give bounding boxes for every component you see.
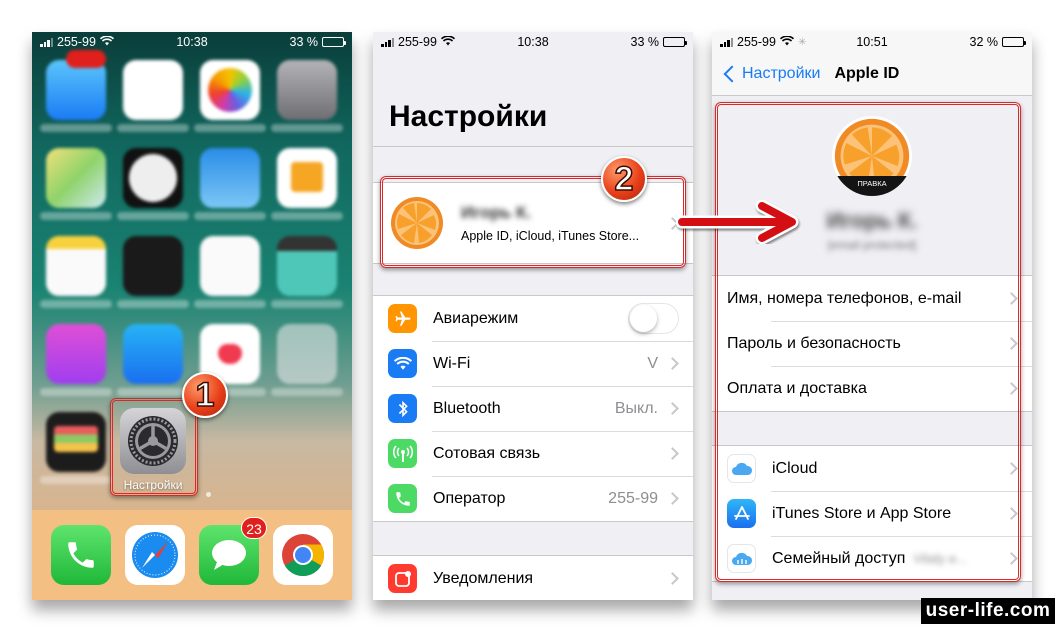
settings-row-carrier[interactable]: Оператор 255-99 [373, 476, 693, 521]
battery-percent: 33 % [289, 35, 319, 49]
settings-row-label: Авиарежим [433, 309, 519, 327]
divider [373, 146, 693, 147]
highlight-box-settings-app [110, 398, 198, 496]
app-maps[interactable] [40, 148, 112, 220]
battery-icon [1002, 37, 1026, 47]
settings-row-value: 255-99 [608, 489, 658, 507]
app-notes[interactable] [40, 236, 112, 308]
annotation-arrow-icon [676, 200, 799, 244]
carrier: 255-99 [57, 35, 96, 49]
settings-row-label: Оператор [433, 489, 506, 507]
settings-row-value: Выкл. [614, 399, 658, 417]
carrier: 255-99 [398, 35, 437, 49]
home-screen-panel: 255-99 10:38 33 % Настройки 1 23 [32, 32, 352, 600]
phone-icon [388, 484, 417, 513]
connectivity-group: Авиарежим Wi-Fi V Bluetooth Выкл. Сотова… [373, 295, 693, 522]
settings-row-bluetooth[interactable]: Bluetooth Выкл. [373, 386, 693, 431]
messages-badge: 23 [241, 517, 267, 539]
chevron-right-icon [666, 357, 679, 370]
airplane-icon [388, 304, 417, 333]
settings-panel: 255-99 10:38 33 % Настройки Игорь К. App… [373, 32, 693, 600]
app-stocks[interactable] [117, 236, 189, 308]
app-mail[interactable] [40, 50, 112, 132]
activity-spinner-icon: ✳ [797, 36, 807, 48]
nav-title: Apple ID [834, 64, 900, 82]
chevron-right-icon [666, 492, 679, 505]
dock-app-phone[interactable] [51, 525, 111, 585]
step-marker-1: 1 [182, 372, 228, 418]
notifications-icon [388, 564, 417, 593]
navigation-bar: Настройки Apple ID [712, 52, 1032, 96]
settings-row-label: Wi-Fi [433, 354, 471, 372]
compass-icon [132, 532, 178, 578]
app-clock[interactable] [117, 148, 189, 220]
page-title: Настройки [389, 100, 548, 133]
back-label: Настройки [742, 64, 821, 82]
signal-icon [381, 37, 394, 47]
app-home[interactable] [271, 148, 343, 220]
app-reminders[interactable] [194, 236, 266, 308]
app-wallet[interactable] [40, 412, 112, 484]
status-bar: 255-99 10:38 33 % [32, 32, 352, 52]
message-bubble-icon [212, 540, 246, 570]
settings-row-wifi[interactable]: Wi-Fi V [373, 341, 693, 386]
notifications-group: Уведомления [373, 555, 693, 600]
battery-percent: 33 % [630, 35, 660, 49]
step-marker-2: 2 [601, 156, 647, 202]
airplane-mode-toggle[interactable] [628, 303, 679, 334]
apple-id-panel: 255-99 ✳ 10:51 32 % Настройки Apple ID П… [712, 32, 1032, 600]
cellular-icon [388, 439, 417, 468]
bluetooth-icon [388, 394, 417, 423]
dock-app-messages[interactable]: 23 [199, 517, 267, 585]
status-bar: 255-99 10:38 33 % [373, 32, 693, 52]
battery-icon [663, 37, 687, 47]
back-button[interactable]: Настройки [720, 65, 820, 83]
signal-icon [720, 37, 733, 47]
chevron-right-icon [666, 572, 679, 585]
app-photos[interactable] [194, 60, 266, 132]
chevron-right-icon [666, 447, 679, 460]
wifi-icon [779, 35, 794, 49]
settings-row-label: Bluetooth [433, 399, 501, 417]
dock: 23 [32, 510, 352, 600]
wifi-icon [440, 35, 455, 49]
wifi-icon [388, 349, 417, 378]
chevron-right-icon [666, 402, 679, 415]
carrier: 255-99 [737, 35, 776, 49]
app-folder[interactable] [271, 324, 343, 396]
battery-icon [322, 37, 346, 47]
dock-app-safari[interactable] [125, 525, 185, 585]
dock-app-chrome[interactable] [273, 525, 333, 585]
settings-row-airplane[interactable]: Авиарежим [373, 296, 693, 341]
settings-row-notifications[interactable]: Уведомления [373, 556, 693, 600]
status-bar: 255-99 ✳ 10:51 32 % [712, 32, 1032, 52]
highlight-box-apple-id [715, 102, 1021, 582]
chevron-left-icon [723, 65, 741, 82]
settings-row-label: Сотовая связь [433, 444, 541, 462]
wifi-icon [99, 35, 114, 49]
chrome-icon [282, 534, 325, 577]
signal-icon [40, 37, 53, 47]
watermark: user-life.com [921, 598, 1055, 624]
settings-row-value: V [647, 354, 658, 372]
app-app-store[interactable] [117, 324, 189, 396]
app-videos[interactable] [271, 236, 343, 308]
app-calendar[interactable] [117, 60, 189, 132]
battery-percent: 32 % [969, 35, 999, 49]
phone-icon [68, 542, 94, 568]
app-camera[interactable] [271, 60, 343, 132]
settings-row-cellular[interactable]: Сотовая связь [373, 431, 693, 476]
settings-row-label: Уведомления [433, 569, 534, 587]
app-itunes-store[interactable] [40, 324, 112, 396]
app-weather[interactable] [194, 148, 266, 220]
page-indicator [206, 492, 211, 497]
